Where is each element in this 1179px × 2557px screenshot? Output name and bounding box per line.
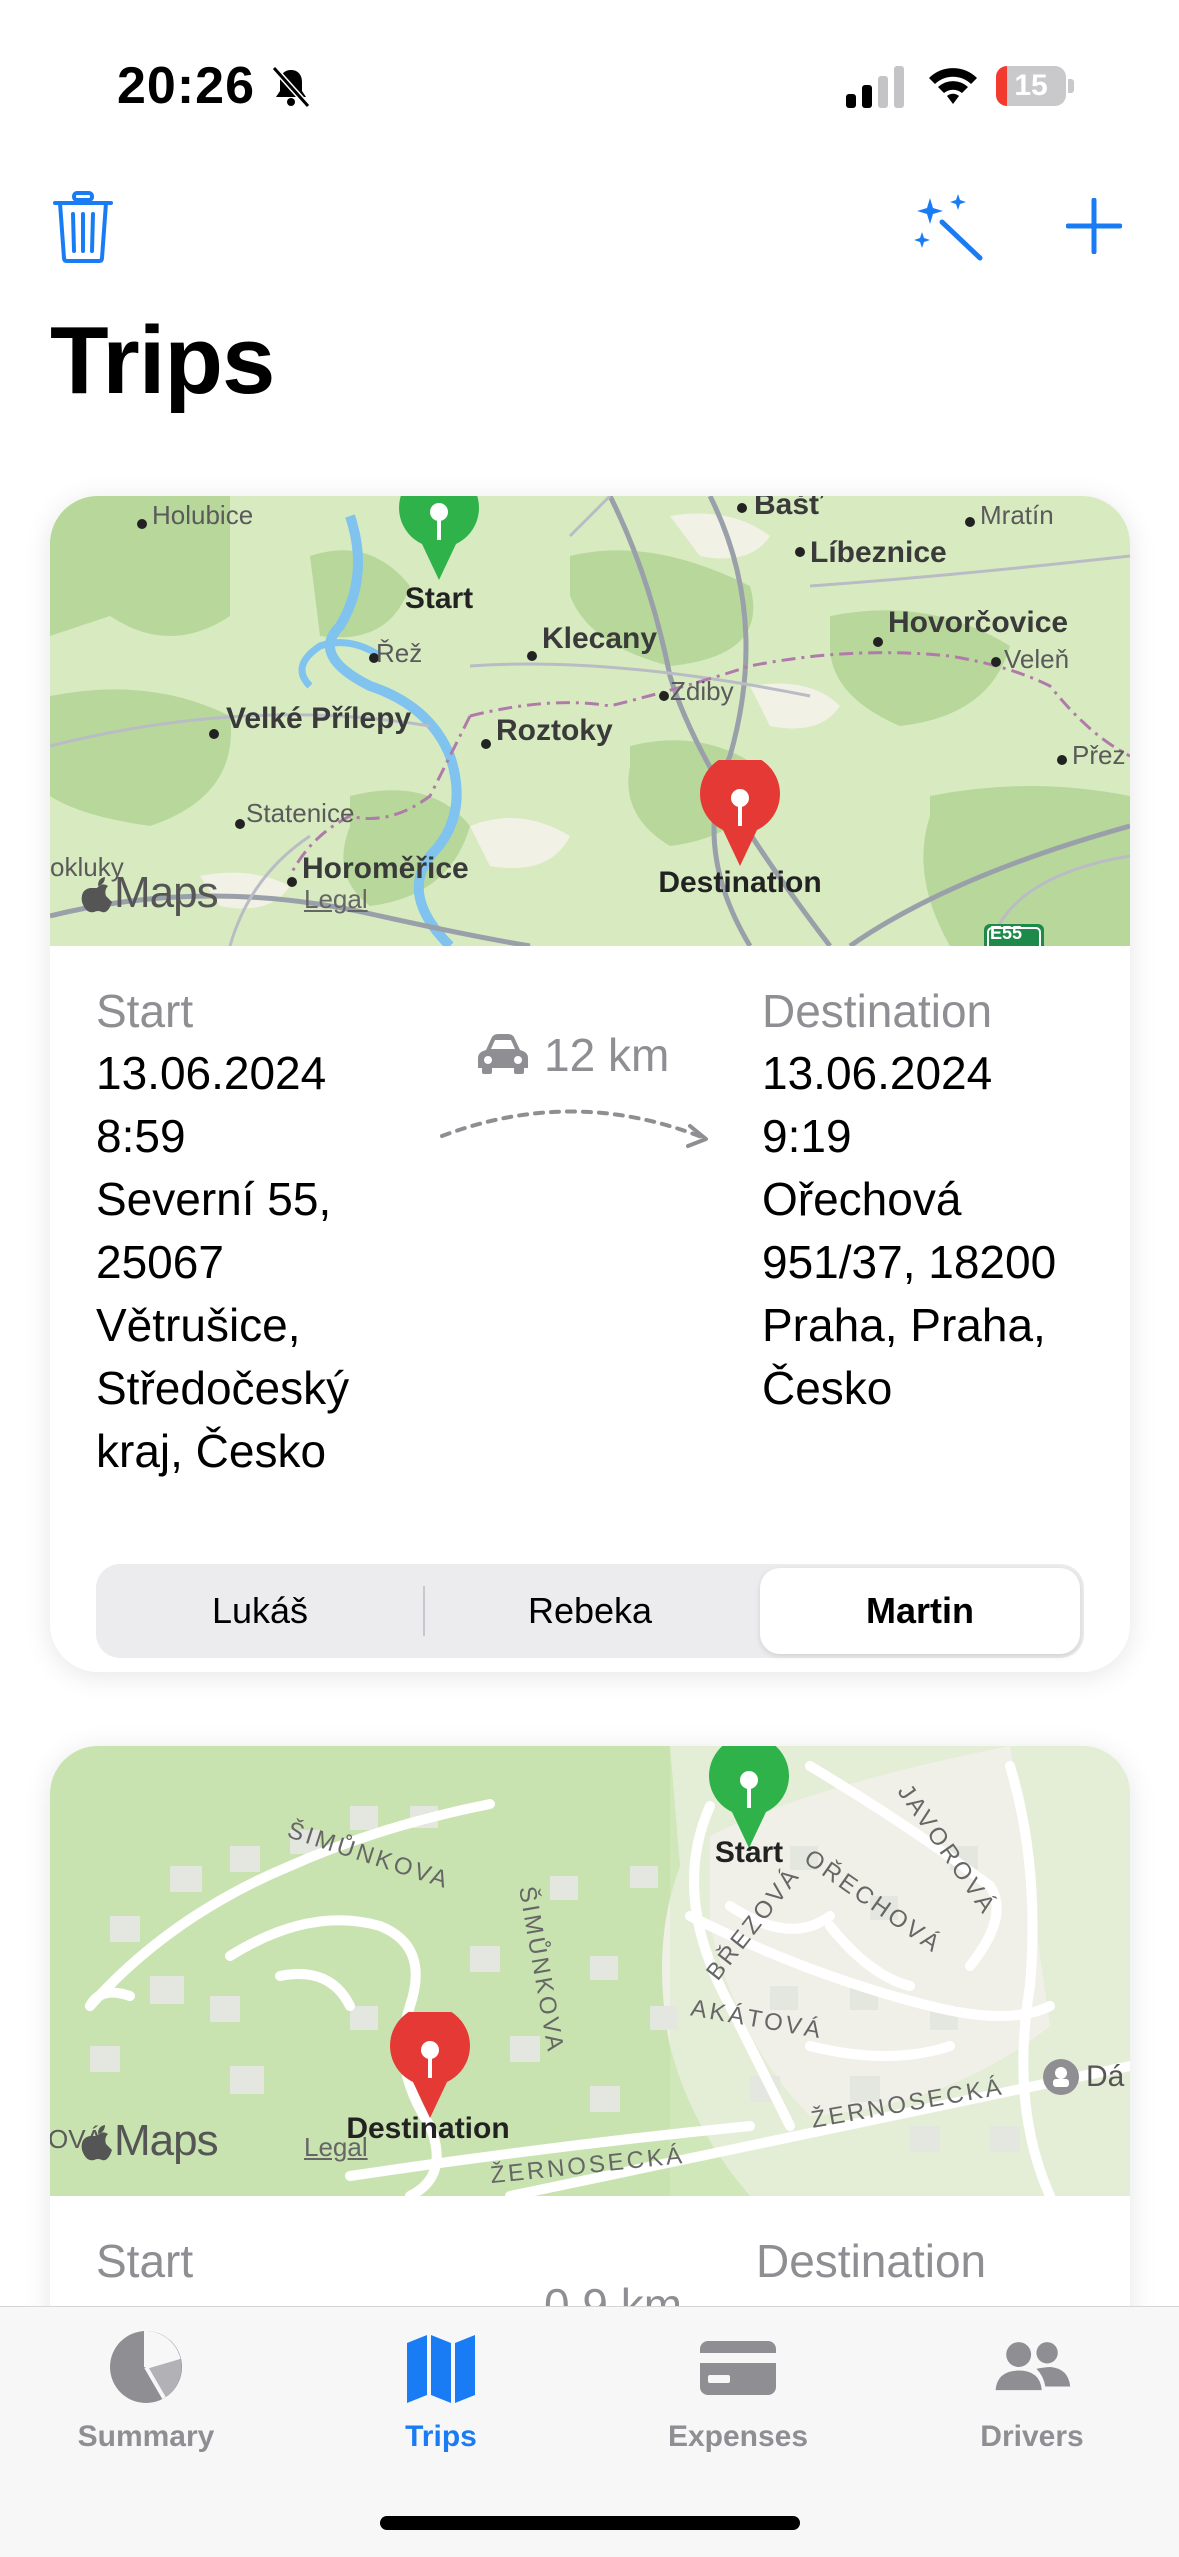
destination-pin-icon[interactable] (387, 2012, 473, 2122)
start-pin-label: Start (714, 1836, 784, 1869)
status-time: 20:26 (117, 57, 255, 115)
segment-martin[interactable]: Martin (760, 1568, 1080, 1654)
destination-date: 13.06.2024 (762, 1047, 993, 1099)
add-trip-icon[interactable] (1066, 198, 1122, 254)
start-address-line: Středočeský (96, 1362, 350, 1414)
map-place-label: Holubice (152, 500, 254, 530)
home-indicator (380, 2516, 800, 2530)
map-place-label: Klecany (542, 622, 658, 655)
place-marker-icon (1043, 2059, 1079, 2095)
start-details: 13.06.2024 8:59 Severní 55, 25067 Větruš… (96, 1042, 349, 1483)
start-pin-icon[interactable] (396, 496, 482, 584)
destination-pin-label: Destination (346, 2112, 510, 2145)
trip-map[interactable]: Holubice Bašť Mratín Líbeznice Hovorčovi… (50, 496, 1130, 954)
segment-lukas[interactable]: Lukáš (100, 1568, 420, 1654)
tab-label: Drivers (980, 2420, 1084, 2453)
map-icon (407, 2335, 475, 2403)
map-place-label: Řež (376, 638, 423, 668)
battery-indicator: 15 (996, 66, 1074, 106)
destination-label: Destination (756, 2235, 987, 2287)
tab-label: Expenses (667, 2420, 809, 2453)
wifi-icon (929, 68, 977, 104)
page-title: Trips (50, 307, 275, 414)
trip-card[interactable]: Holubice Bašť Mratín Líbeznice Hovorčovi… (50, 496, 1130, 1672)
status-bar: 20:26 15 (0, 0, 1179, 170)
bell-slash-icon (271, 65, 311, 109)
maps-logo: Maps (114, 868, 219, 917)
map-place-label: Velké Přílepy (226, 702, 412, 735)
tab-expenses[interactable]: Expenses (618, 2327, 858, 2454)
driver-segmented-control[interactable]: Lukáš Rebeka Martin (96, 1564, 1084, 1658)
tab-drivers[interactable]: Drivers (912, 2327, 1152, 2454)
destination-details: 13.06.2024 9:19 Ořechová 951/37, 18200 P… (762, 1042, 1056, 1420)
magic-wand-icon[interactable] (910, 192, 986, 262)
tab-label: Summary (77, 2420, 215, 2453)
map-place-label: Roztoky (496, 714, 613, 747)
map-place-label: Horoměřice (302, 852, 469, 885)
map-place-label: Hovorčovice (888, 606, 1069, 639)
legal-link[interactable]: Legal (304, 884, 368, 915)
trip-map[interactable]: ŠIMŮNKOVA ŠIMŮNKOVA OŘECHOVÁ JAVOROVÁ BŘ… (50, 1746, 1130, 2201)
people-icon (995, 2342, 1071, 2391)
trip-distance: 12 km (544, 1029, 670, 1081)
trip-card[interactable]: ŠIMŮNKOVA ŠIMŮNKOVA OŘECHOVÁ JAVOROVÁ BŘ… (50, 1746, 1130, 2386)
map-place-label: Bašť (754, 496, 824, 521)
destination-address-line: Česko (762, 1362, 893, 1414)
destination-address-line: Ořechová (762, 1173, 962, 1225)
start-label: Start (96, 2235, 194, 2287)
battery-level: 15 (1014, 69, 1048, 102)
map-place-label: Dá (1086, 2060, 1125, 2093)
segment-rebeka[interactable]: Rebeka (430, 1568, 750, 1654)
start-date: 13.06.2024 (96, 1047, 327, 1099)
start-address-line: Větrušice, (96, 1299, 301, 1351)
road-shield-label: E55 (990, 923, 1023, 943)
tab-trips[interactable]: Trips (321, 2327, 561, 2454)
segment-divider (423, 1586, 425, 1636)
tab-label: Trips (405, 2420, 477, 2453)
map-place-label: Veleň (1004, 644, 1070, 674)
destination-pin-icon[interactable] (697, 760, 783, 870)
legal-link[interactable]: Legal (304, 2132, 368, 2163)
destination-pin-label: Destination (658, 866, 822, 899)
map-place-label: Líbeznice (810, 536, 947, 569)
start-pin-label: Start (404, 582, 474, 615)
maps-logo: Maps (114, 2116, 219, 2165)
apple-logo-icon (81, 877, 112, 913)
destination-time: 9:19 (762, 1110, 852, 1162)
map-place-label: Zdiby (670, 676, 734, 706)
start-time: 8:59 (96, 1110, 186, 1162)
apple-logo-icon (81, 2125, 112, 2161)
start-label: Start (96, 985, 194, 1037)
start-address-line: Severní 55, (96, 1173, 332, 1225)
destination-address-line: 951/37, 18200 (762, 1236, 1057, 1288)
dashed-arrow-icon (440, 1109, 708, 1148)
car-icon (478, 1034, 528, 1074)
map-place-label: Mratín (980, 500, 1054, 530)
map-place-label: Přez (1072, 740, 1126, 770)
tab-summary[interactable]: Summary (26, 2327, 266, 2454)
cellular-signal-icon (846, 66, 904, 108)
map-place-label: Statenice (246, 798, 355, 828)
chart-pie-icon (110, 2331, 182, 2403)
start-address-line: 25067 (96, 1236, 224, 1288)
trash-icon[interactable] (52, 190, 114, 264)
destination-address-line: Praha, Praha, (762, 1299, 1046, 1351)
start-address-line: kraj, Česko (96, 1425, 327, 1477)
credit-card-icon (700, 2341, 776, 2395)
destination-label: Destination (762, 985, 993, 1037)
